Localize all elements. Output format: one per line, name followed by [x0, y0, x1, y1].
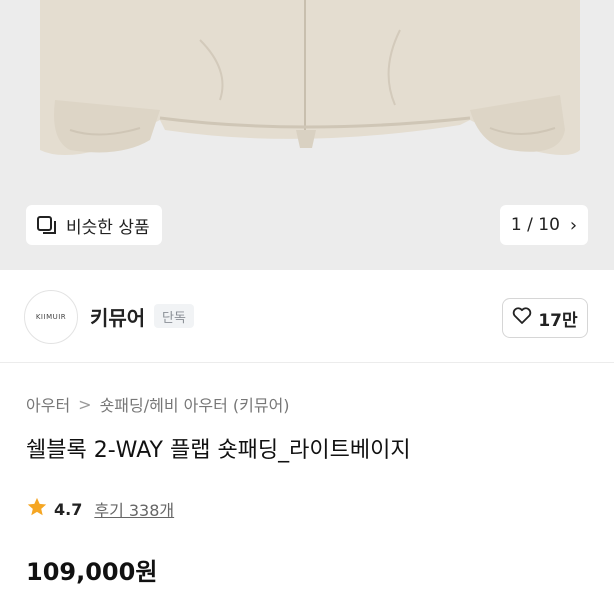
- product-price: 109,000원: [26, 558, 158, 586]
- similar-items-icon: [36, 214, 58, 236]
- chevron-right-icon: ›: [569, 214, 578, 236]
- like-count: 17만: [538, 310, 578, 331]
- product-image[interactable]: 비슷한 상품 1 / 10 ›: [0, 0, 614, 270]
- similar-products-button[interactable]: 비슷한 상품: [26, 205, 162, 245]
- heart-icon: [512, 306, 532, 330]
- page-current: 1: [510, 215, 522, 235]
- review-count-link[interactable]: 후기 338개: [94, 497, 174, 521]
- product-title: 쉘블록 2-WAY 플랩 숏패딩_라이트베이지: [26, 438, 411, 463]
- exclusive-badge: 단독: [154, 304, 194, 328]
- brand-name[interactable]: 키뮤어: [90, 302, 145, 331]
- breadcrumb: 아우터 > 숏패딩/헤비 아우터 (키뮤어): [26, 392, 290, 416]
- brand-logo-text: KIIMUIR: [35, 313, 67, 321]
- image-page-indicator[interactable]: 1 / 10 ›: [500, 205, 588, 245]
- page-total: 10: [538, 215, 560, 235]
- brand-logo[interactable]: KIIMUIR: [24, 290, 78, 344]
- breadcrumb-item-category[interactable]: 숏패딩/헤비 아우터 (키뮤어): [100, 392, 290, 416]
- section-divider: [0, 362, 614, 363]
- page-counter: 1 / 10: [511, 215, 560, 235]
- breadcrumb-separator: >: [78, 394, 92, 414]
- brand-row: KIIMUIR 키뮤어 단독 17만: [0, 288, 614, 346]
- page-separator: /: [527, 215, 533, 235]
- rating-value: 4.7: [54, 499, 83, 519]
- similar-products-label: 비슷한 상품: [66, 217, 150, 238]
- rating-row: 4.7 후기 338개: [26, 496, 174, 522]
- breadcrumb-item-outer[interactable]: 아우터: [26, 392, 70, 416]
- like-button[interactable]: 17만: [502, 298, 588, 338]
- star-icon: [26, 496, 48, 522]
